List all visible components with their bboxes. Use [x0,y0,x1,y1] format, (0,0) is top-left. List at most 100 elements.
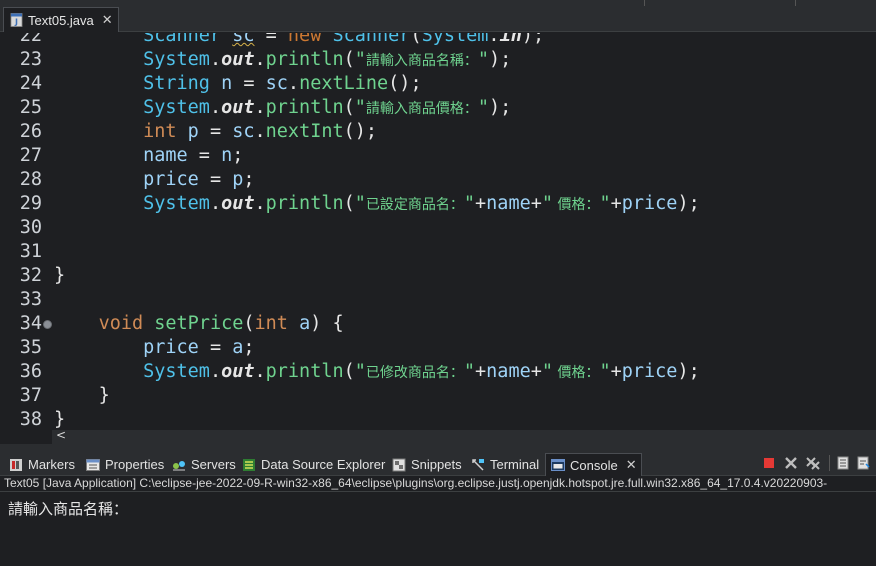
code-token: println [265,361,344,382]
tab-terminal[interactable]: Terminal [470,453,539,476]
line-number: 33 [19,289,42,310]
remove-all-terminated-icon[interactable] [805,455,821,471]
tab-label: Properties [105,457,165,472]
code-token: price [143,337,199,358]
code-token: System [143,97,210,118]
code-token: . [209,49,222,70]
code-token: = [254,33,288,46]
code-token: . [254,193,266,214]
code-line[interactable]: 36 System.out.println("已修改商品名："+name+" 價… [0,360,876,384]
word-wrap-icon[interactable] [856,455,872,471]
servers-icon [173,460,185,470]
code-token: out [221,193,255,214]
code-token: + [530,193,542,214]
code-token: Scanner [332,33,411,46]
tab-properties[interactable]: Properties [85,453,164,476]
code-token: sc [232,33,255,46]
tab-markers[interactable]: Markers [8,453,75,476]
code-token: in [499,33,522,46]
code-token: . [209,193,222,214]
console-output[interactable]: 請輸入商品名稱： [0,493,876,566]
code-token: " [354,361,366,382]
tab-console[interactable]: Console ✕ [545,453,642,476]
code-token: = [232,73,266,94]
tab-snippets[interactable]: Snippets [391,453,462,476]
code-token: p [187,121,199,142]
tab-label: Terminal [490,457,540,472]
remove-launch-icon[interactable] [783,455,799,471]
fold-toggle-icon[interactable] [43,320,52,329]
line-number: 27 [19,145,42,166]
markers-icon [10,458,22,471]
close-icon[interactable]: ✕ [626,458,637,473]
line-number: 38 [19,409,42,430]
code-line[interactable]: 24 String n = sc.nextLine(); [0,72,876,96]
code-token: . [254,49,266,70]
code-token: 價格： [553,365,600,381]
code-token: + [610,193,622,214]
close-icon[interactable]: ✕ [102,13,113,28]
code-token: ; [232,145,244,166]
code-line[interactable]: 26 int p = sc.nextInt(); [0,120,876,144]
code-line[interactable]: 22 Scanner sc = new Scanner(System.in); [0,33,876,48]
code-token: = [198,121,233,142]
code-line[interactable]: 27 name = n; [0,144,876,168]
snippets-icon [392,458,406,471]
code-token: out [221,361,255,382]
code-token: ( [343,49,355,70]
code-line[interactable]: 34 void setPrice(int a) { [0,312,876,336]
code-text: price = p; [54,168,254,192]
horizontal-scrollbar[interactable]: < [52,428,876,444]
code-token: . [209,97,222,118]
code-line[interactable]: 23 System.out.println("請輸入商品名稱："); [0,48,876,72]
code-token: . [209,361,222,382]
code-text: price = a; [54,336,254,360]
code-token: = [198,337,233,358]
code-token: new [287,33,322,46]
terminate-icon[interactable] [761,455,777,471]
scroll-lock-icon[interactable] [836,455,852,471]
code-line[interactable]: 30 [0,216,876,240]
code-token: a [299,313,311,334]
scroll-left-icon[interactable]: < [56,428,66,442]
line-number: 23 [19,49,42,70]
code-token: (); [388,73,422,94]
code-token: ); [677,193,700,214]
tab-label: Console [570,457,618,473]
code-line[interactable]: 33 [0,288,876,312]
code-line[interactable]: 31 [0,240,876,264]
code-token: n [221,145,233,166]
code-token: ( [343,97,355,118]
code-line[interactable]: 37 } [0,384,876,408]
code-line[interactable]: 32} [0,264,876,288]
code-token: } [54,409,66,430]
code-token: . [488,33,500,46]
terminal-icon [472,458,484,471]
code-line[interactable]: 29 System.out.println("已設定商品名："+name+" 價… [0,192,876,216]
code-line[interactable]: 35 price = a; [0,336,876,360]
console-output-text: 請輸入商品名稱： [8,500,129,518]
code-line[interactable]: 38} [0,408,876,430]
code-text: Scanner sc = new Scanner(System.in); [54,33,544,48]
code-token: + [530,361,542,382]
code-token: ); [489,49,512,70]
editor-tab-text05[interactable]: J Text05.java ✕ [3,7,119,32]
code-token: ( [243,313,255,334]
code-token: } [98,385,110,406]
tab-data-source-explorer[interactable]: Data Source Explorer [241,453,385,476]
code-token: System [143,361,210,382]
code-line[interactable]: 28 price = p; [0,168,876,192]
code-line[interactable]: 25 System.out.println("請輸入商品價格："); [0,96,876,120]
code-token: " [541,193,554,214]
tab-servers[interactable]: Servers [171,453,236,476]
code-editor[interactable]: 22 Scanner sc = new Scanner(System.in); 2… [0,33,876,430]
code-token: System [143,193,210,214]
code-token: setPrice [154,313,244,334]
code-token: int [254,313,288,334]
